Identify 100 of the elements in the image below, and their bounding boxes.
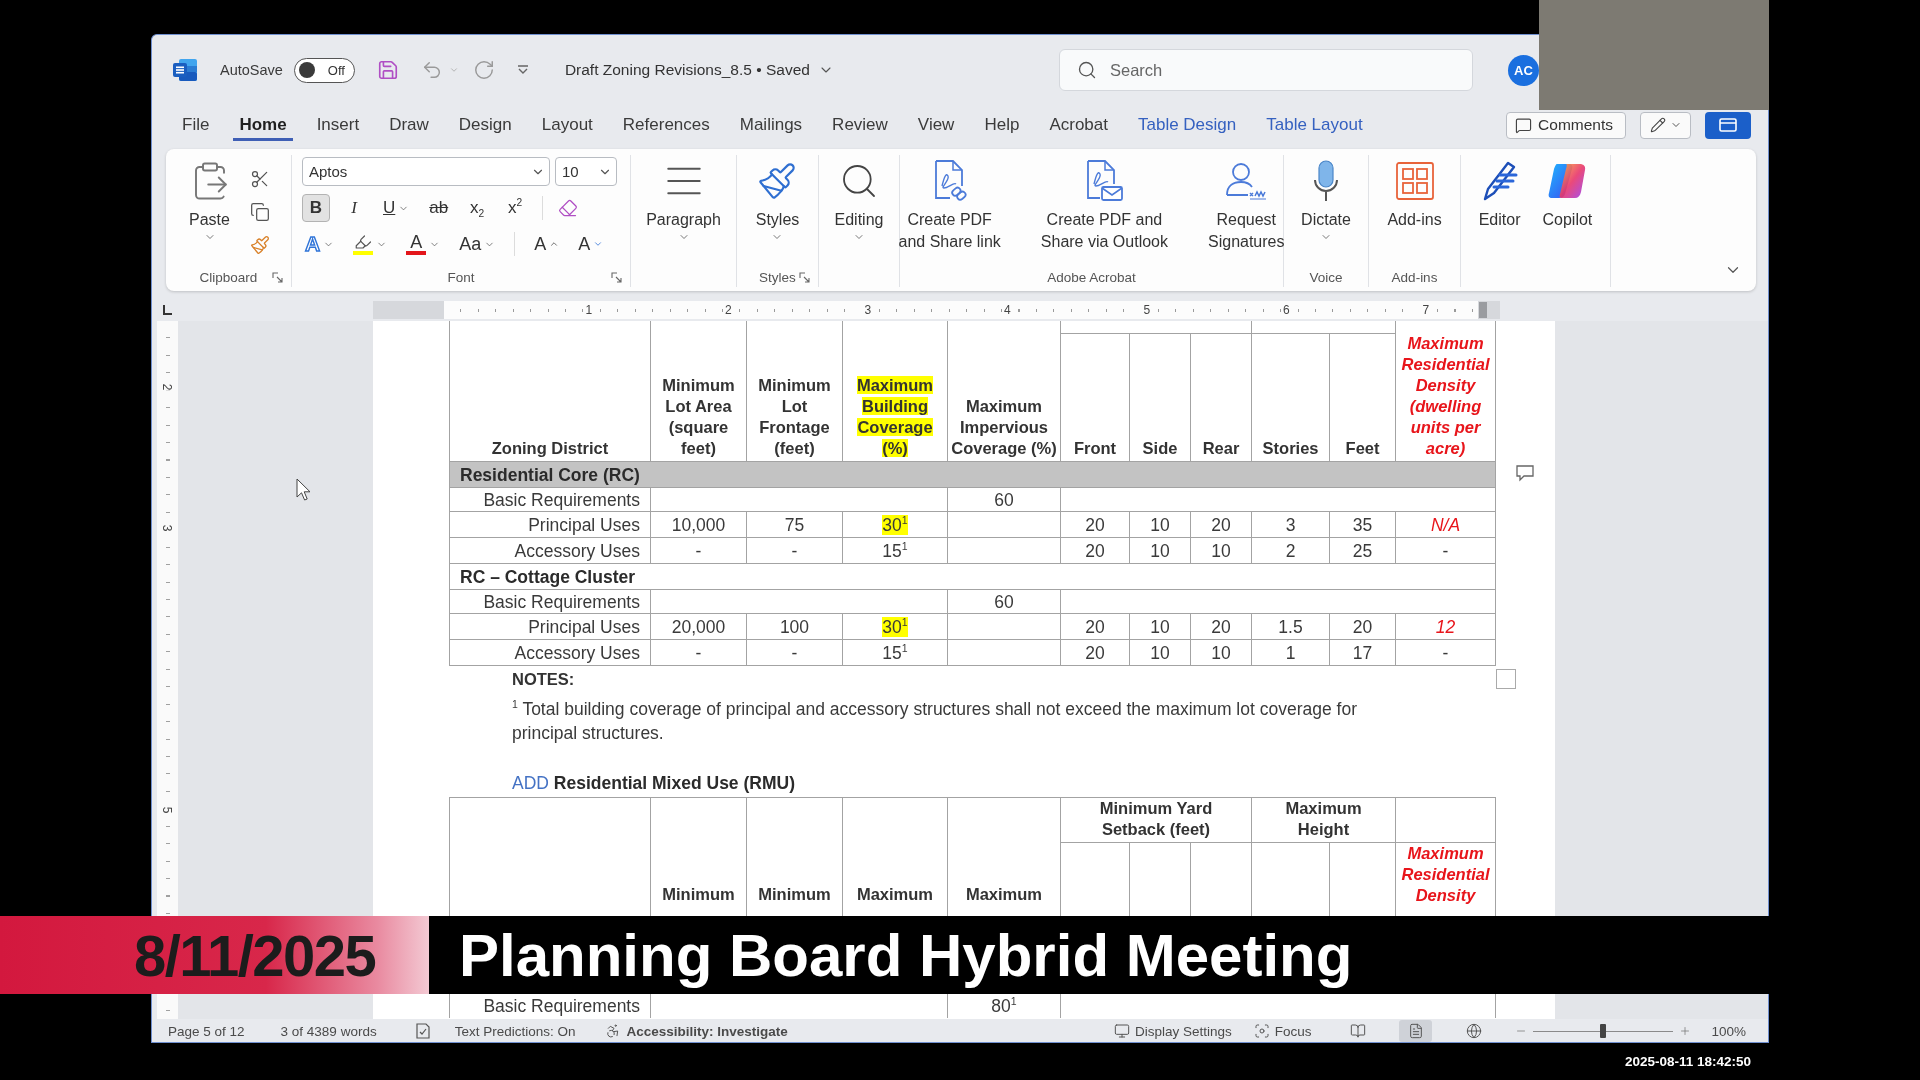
cell-value: - [1442, 540, 1449, 561]
tab-stop-icon[interactable] [161, 304, 173, 316]
app-logo-icon [172, 57, 198, 83]
column-header: Minimum [758, 884, 831, 905]
date-banner: 8/11/2025 [0, 916, 429, 994]
editing-button[interactable]: Editing [831, 157, 887, 243]
italic-button[interactable]: I [340, 194, 368, 222]
column-header: Rear [1202, 438, 1240, 459]
styles-button[interactable]: Styles [752, 157, 803, 243]
square-marker-icon [1496, 669, 1516, 689]
column-header: Maximum Building Coverage (%) [855, 375, 935, 459]
redo-icon [472, 59, 495, 81]
ribbon-tab[interactable]: Design [452, 109, 518, 141]
copilot-button[interactable]: Copilot [1539, 157, 1596, 231]
ribbon-tab[interactable]: Insert [310, 109, 366, 141]
cell-value: 10 [1150, 540, 1170, 561]
row-label: Basic Requirements [483, 489, 640, 510]
book-icon [1349, 1023, 1366, 1039]
paste-button[interactable]: Paste [185, 157, 234, 243]
ribbon-tab[interactable]: Layout [535, 109, 599, 141]
superscript-button[interactable]: x$^{2}$ [501, 194, 530, 222]
dictate-button[interactable]: Dictate [1298, 157, 1354, 243]
request-signatures-button[interactable]: Request Signatures [1205, 157, 1288, 253]
page-check-icon[interactable] [414, 1023, 431, 1039]
dialog-launcher-icon[interactable] [799, 271, 810, 283]
document-mail-icon [1084, 160, 1125, 202]
editing-mode-button[interactable] [1640, 111, 1691, 139]
cell-value: 20 [1211, 514, 1231, 535]
column-header: Minimum Lot Frontage (feet) [757, 375, 832, 459]
ribbon-tab[interactable]: Acrobat [1043, 109, 1114, 141]
ruler-number: 2 [722, 303, 734, 317]
ribbon-tab[interactable]: Mailings [733, 109, 809, 141]
page-count[interactable]: Page 5 of 12 [168, 1023, 245, 1039]
share-button[interactable] [1705, 111, 1751, 139]
copy-icon [249, 202, 270, 222]
autosave-toggle[interactable]: Off [293, 57, 355, 83]
view-mode-button[interactable] [1399, 1020, 1433, 1042]
word-count[interactable]: 3 of 4389 words [280, 1023, 377, 1039]
ribbon-tab[interactable]: Review [826, 109, 894, 141]
comment-marker-icon[interactable] [1515, 464, 1535, 482]
dialog-launcher-icon[interactable] [611, 271, 622, 283]
column-header: Minimum Lot Area (square feet) [661, 375, 736, 459]
strikethrough-button[interactable]: ab [424, 194, 454, 222]
ribbon-tab[interactable]: Table Layout [1260, 109, 1369, 141]
ribbon-tab[interactable]: File [176, 109, 216, 141]
scissors-icon [249, 169, 270, 189]
ribbon-tab[interactable]: Table Design [1131, 109, 1243, 141]
search-field[interactable]: Search [1059, 49, 1473, 91]
zoom-percentage[interactable]: 100% [1711, 1023, 1746, 1039]
ribbon-tab[interactable]: View [911, 109, 961, 141]
account-avatar[interactable]: AC [1508, 54, 1539, 86]
section-heading: ADD Residential Mixed Use (RMU) [512, 773, 795, 793]
bold-button[interactable]: B [302, 194, 330, 222]
editor-button[interactable]: Editor [1475, 157, 1524, 231]
change-case-button[interactable]: Aa [456, 230, 499, 258]
shrink-font-button[interactable]: A [575, 230, 607, 258]
row-label: Principal Uses [528, 514, 640, 535]
ruler-number: 6 [1280, 303, 1292, 317]
pdf-share-outlook-button[interactable]: Create PDF and Share via Outlook [1037, 157, 1171, 253]
cell-value: - [695, 642, 702, 663]
accessibility-button[interactable]: Accessibility: Investigate [605, 1023, 788, 1039]
ribbon-tab[interactable]: References [616, 109, 716, 141]
ribbon-tab[interactable]: Help [978, 109, 1026, 141]
monitor-icon [1113, 1023, 1130, 1039]
font-color-button[interactable]: A [403, 230, 444, 258]
display-settings-button[interactable]: Display Settings [1113, 1023, 1232, 1039]
column-header: Maximum Residential Density [1400, 843, 1491, 906]
dialog-launcher-icon[interactable] [272, 271, 283, 283]
vertical-ruler [157, 994, 178, 1019]
ribbon-tab[interactable]: Home [233, 109, 293, 141]
comments-button[interactable]: Comments [1506, 111, 1626, 139]
column-header: Maximum Impervious Coverage (%) [951, 396, 1057, 459]
pdf-share-link-button[interactable]: Create PDF and Share link [895, 157, 1004, 253]
ribbon-tab[interactable]: Draw [383, 109, 435, 141]
footnote: $^{1}$ Total building coverage of principal and accessory structures shall not exceed the maximum lot coverage for principal structures. [512, 697, 1358, 745]
cell-value: 20 [1085, 514, 1105, 535]
font-name-dropdown[interactable]: Aptos [302, 157, 550, 186]
column-header: Stories [1262, 438, 1319, 459]
ruler-number: 1 [583, 303, 595, 317]
cell-value: 35 [1352, 514, 1373, 535]
subscript-button[interactable]: x$_{2}$ [463, 194, 492, 222]
eraser-icon [558, 198, 579, 218]
chevron-up-icon [549, 239, 560, 249]
zoom-slider-thumb[interactable] [1600, 1024, 1607, 1038]
add-ins-button[interactable]: Add-ins [1384, 157, 1445, 231]
cell-value: 20 [1085, 540, 1105, 561]
row-label: Principal Uses [528, 616, 640, 637]
text-predictions-status[interactable]: Text Predictions: On [454, 1023, 576, 1039]
font-size-dropdown[interactable]: 10 [555, 157, 617, 186]
document-title-button[interactable]: Draft Zoning Revisions_8.5 • Saved [560, 59, 838, 81]
underline-button[interactable]: U [378, 194, 415, 222]
chevron-down-icon [593, 239, 604, 249]
page-icon [1407, 1023, 1424, 1039]
focus-button[interactable]: Focus [1253, 1023, 1312, 1039]
paragraph-button[interactable]: Paragraph [643, 157, 724, 243]
person-signature-icon [1224, 161, 1269, 201]
grow-font-button[interactable]: A [531, 230, 563, 258]
margin-marker-icon[interactable] [1478, 301, 1488, 319]
autosave-label: AutoSave [220, 62, 283, 78]
cell-value: 10,000 [671, 514, 726, 535]
